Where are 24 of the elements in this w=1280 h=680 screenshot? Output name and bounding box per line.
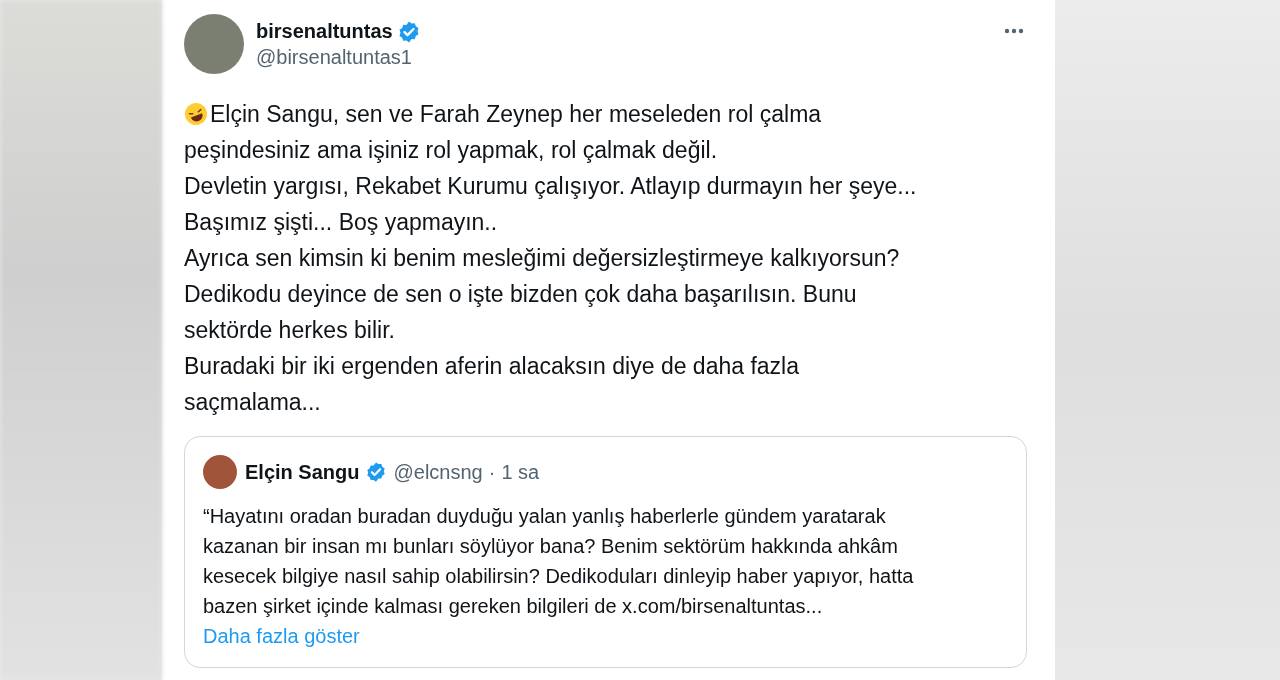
post-text-line: Dedikodu deyince de sen o işte bizden çok daha başarılısın. Bunu (184, 280, 857, 309)
post-text-line: Başımız şişti... Boş yapmayın.. (184, 208, 498, 237)
post-text-line: peşindesiniz ama işiniz rol yapmak, rol çalmak değil. (184, 136, 718, 165)
post-text-line: Elçin Sangu, sen ve Farah Zeynep her meseleden rol çalma (210, 100, 822, 129)
author-handle[interactable]: @birsenaltuntas1 (256, 45, 991, 69)
post-text-line: sektörde herkes bilir. (184, 316, 395, 345)
quoted-author-handle: @elcnsng (393, 460, 483, 484)
post-time: 1 sa (501, 460, 540, 484)
more-options-icon[interactable] (1003, 28, 1025, 34)
avatar-placeholder (184, 14, 244, 74)
quoted-text-line: kesecek bilgiye nasıl sahip olabilirsin? Dedikoduları dinleyip haber yapıyor, hatta (203, 564, 915, 589)
quoted-text-line: bazen şirket içinde kalması gereken bilgileri de x.com/birsenaltuntas... (203, 594, 824, 619)
author-name[interactable]: birsenaltuntas (256, 20, 393, 43)
post-text-line: Ayrıca sen kimsin ki benim mesleğimi değersizleştirmeye kalkıyorsun? (184, 244, 900, 273)
post-text-line: Buradaki bir iki ergenden aferin alacaksın diye de daha fazla (184, 352, 799, 381)
quoted-text-line: kazanan bir insan mı bunları söylüyor bana? Benim sektörüm hakkında ahkâm (203, 534, 899, 559)
quoted-author-name: Elçin Sangu (245, 460, 360, 484)
quoted-text-line: “Hayatını oradan buradan duyduğu yalan yanlış haberlerle gündem yaratarak (203, 504, 887, 529)
quoted-post-card[interactable] (184, 436, 1027, 668)
post-text-line: Devletin yargısı, Rekabet Kurumu çalışıyor. Atlayıp durmayın her şeye... (184, 172, 917, 201)
post-text-line: saçmalama... (184, 388, 321, 417)
laughing-face-icon (184, 102, 208, 126)
separator-dot: · (488, 460, 496, 484)
avatar-placeholder (203, 455, 237, 489)
